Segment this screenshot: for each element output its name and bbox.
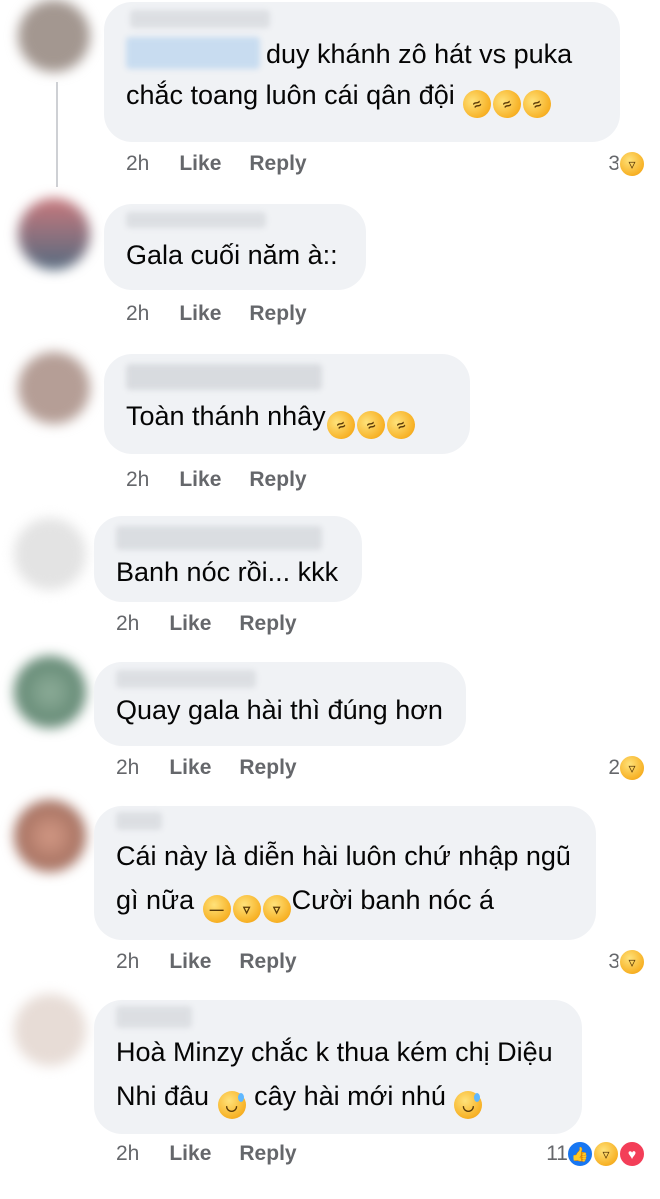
avatar[interactable] xyxy=(14,656,86,728)
reaction-count: 11 xyxy=(546,1142,568,1165)
comment-text: Nhi đâu cây hài mới nhú xyxy=(116,1074,560,1119)
comment-text: Toàn thánh nhây xyxy=(126,394,448,444)
comment-text: gì nữa Cười banh nóc á xyxy=(116,878,574,923)
sweat-smile-icon xyxy=(454,1091,483,1119)
mention-tag[interactable] xyxy=(126,37,260,69)
author-name[interactable] xyxy=(126,212,266,228)
comment-actions: 2h Like Reply xyxy=(126,302,335,326)
reply-button[interactable]: Reply xyxy=(249,468,306,491)
comment-actions: 2h Like Reply xyxy=(126,152,335,176)
avatar[interactable] xyxy=(14,994,86,1066)
timestamp: 2h xyxy=(116,1142,140,1165)
like-button[interactable]: Like xyxy=(179,152,221,175)
comment-text: duy khánh zô hát vs puka xyxy=(126,34,598,75)
timestamp: 2h xyxy=(126,152,150,175)
like-button[interactable]: Like xyxy=(169,1142,211,1165)
comment-text: Quay gala hài thì đúng hơn xyxy=(116,695,443,725)
sweat-smile-icon xyxy=(217,1091,246,1119)
tears-of-joy-icon xyxy=(232,895,261,923)
rolling-laugh-icon xyxy=(382,406,420,444)
timestamp: 2h xyxy=(126,302,150,325)
reaction-summary[interactable]: 3 ▿ xyxy=(608,150,646,178)
comment-bubble: Cái này là diễn hài luôn chứ nhập ngũ gì… xyxy=(94,806,596,940)
haha-reaction-icon: ▿ xyxy=(618,754,646,782)
avatar[interactable] xyxy=(14,518,86,590)
reply-button[interactable]: Reply xyxy=(239,950,296,973)
comment-actions: 2h Like Reply xyxy=(116,756,325,780)
comment-bubble: duy khánh zô hát vs puka chắc toang luôn… xyxy=(104,2,620,142)
like-button[interactable]: Like xyxy=(169,612,211,635)
comment-actions: 2h Like Reply xyxy=(116,612,325,636)
comment-text: Hoà Minzy chắc k thua kém chị Diệu xyxy=(116,1037,553,1067)
reply-button[interactable]: Reply xyxy=(239,756,296,779)
haha-reaction-icon: ▿ xyxy=(618,948,646,976)
like-button[interactable]: Like xyxy=(169,950,211,973)
timestamp: 2h xyxy=(126,468,150,491)
haha-reaction-icon: ▿ xyxy=(592,1140,620,1168)
reaction-summary[interactable]: 11 👍 ▿ ♥ xyxy=(546,1140,646,1168)
avatar[interactable] xyxy=(18,0,90,72)
reply-button[interactable]: Reply xyxy=(239,612,296,635)
tears-of-joy-icon xyxy=(262,895,291,923)
comment-bubble: Gala cuối năm à:: xyxy=(104,204,366,290)
haha-reaction-icon: ▿ xyxy=(618,150,646,178)
expressionless-icon xyxy=(202,895,231,923)
author-name[interactable] xyxy=(126,364,322,390)
author-name[interactable] xyxy=(116,1006,192,1028)
like-button[interactable]: Like xyxy=(179,468,221,491)
comment-bubble: Banh nóc rồi... kkk xyxy=(94,516,362,602)
author-name[interactable] xyxy=(116,812,162,830)
rolling-laugh-icon xyxy=(488,85,526,123)
rolling-laugh-icon xyxy=(518,85,556,123)
comment-text: Cái này là diễn hài luôn chứ nhập ngũ xyxy=(116,841,571,871)
comment-actions: 2h Like Reply xyxy=(116,950,325,974)
rolling-laugh-icon xyxy=(322,406,360,444)
comment-bubble: Hoà Minzy chắc k thua kém chị Diệu Nhi đ… xyxy=(94,1000,582,1134)
reaction-summary[interactable]: 2 ▿ xyxy=(608,754,646,782)
timestamp: 2h xyxy=(116,756,140,779)
reply-button[interactable]: Reply xyxy=(239,1142,296,1165)
avatar[interactable] xyxy=(18,352,90,424)
avatar[interactable] xyxy=(14,800,86,872)
like-button[interactable]: Like xyxy=(179,302,221,325)
comment-text: Gala cuối năm à:: xyxy=(126,240,338,270)
comment-bubble: Quay gala hài thì đúng hơn xyxy=(94,662,466,746)
comment-actions: 2h Like Reply xyxy=(126,468,335,492)
timestamp: 2h xyxy=(116,612,140,635)
thread-line xyxy=(56,82,58,187)
author-name[interactable] xyxy=(130,10,270,28)
comment-bubble: Toàn thánh nhây xyxy=(104,354,470,454)
author-name[interactable] xyxy=(116,526,322,550)
rolling-laugh-icon xyxy=(352,406,390,444)
reaction-summary[interactable]: 3 ▿ xyxy=(608,948,646,976)
author-name[interactable] xyxy=(116,670,256,688)
rolling-laugh-icon xyxy=(458,85,496,123)
like-button[interactable]: Like xyxy=(169,756,211,779)
reply-button[interactable]: Reply xyxy=(249,302,306,325)
love-reaction-icon: ♥ xyxy=(618,1140,646,1168)
reply-button[interactable]: Reply xyxy=(249,152,306,175)
like-reaction-icon: 👍 xyxy=(566,1140,594,1168)
comment-text: chắc toang luôn cái qân đội xyxy=(126,75,598,123)
avatar[interactable] xyxy=(18,198,90,270)
comment-actions: 2h Like Reply xyxy=(116,1142,325,1166)
timestamp: 2h xyxy=(116,950,140,973)
comment-text: Banh nóc rồi... kkk xyxy=(116,557,339,587)
